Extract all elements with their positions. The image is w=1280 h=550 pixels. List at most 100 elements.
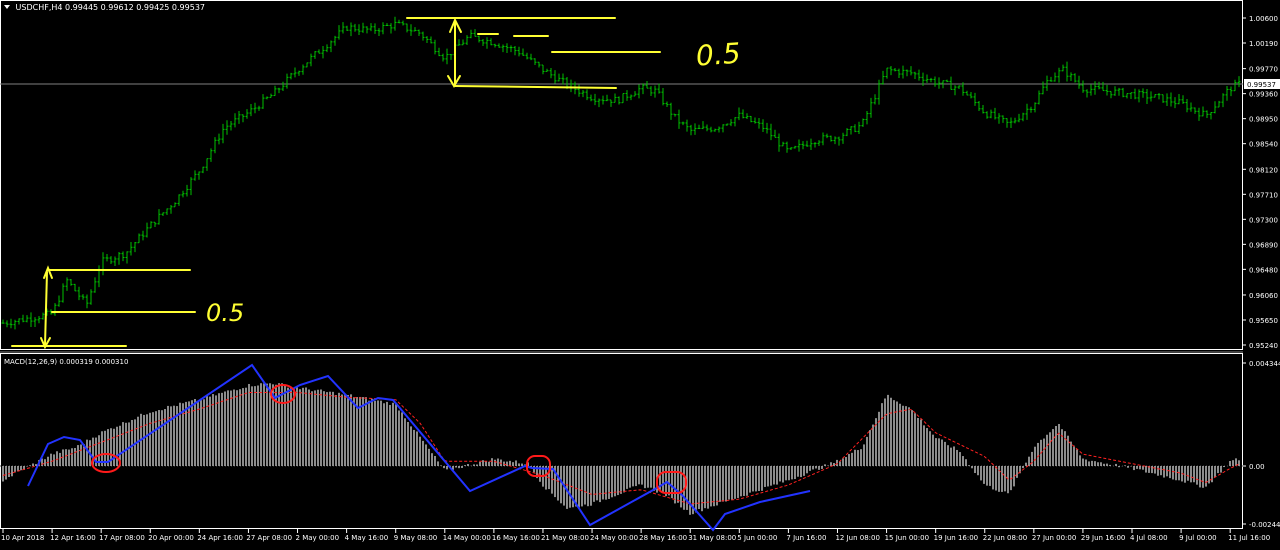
- svg-text:7 Jun 16:00: 7 Jun 16:00: [786, 534, 826, 542]
- svg-text:0.97300: 0.97300: [1249, 216, 1278, 224]
- price-bar: [137, 233, 141, 244]
- price-bar: [585, 89, 589, 101]
- price-bar: [713, 128, 717, 132]
- price-bar: [33, 317, 37, 327]
- price-bar: [561, 73, 565, 85]
- price-bar: [17, 318, 21, 325]
- price-bar: [429, 36, 433, 44]
- time-axis-tick: 21 May 08:00: [541, 529, 589, 542]
- price-bar: [701, 121, 705, 130]
- price-bar: [469, 29, 473, 39]
- price-bar: [401, 20, 405, 26]
- price-bar: [477, 35, 481, 43]
- price-bar: [53, 303, 57, 316]
- svg-text:0.95650: 0.95650: [1249, 317, 1278, 325]
- svg-text:12 Jun 08:00: 12 Jun 08:00: [835, 534, 879, 542]
- price-bar: [957, 85, 961, 90]
- price-bar: [29, 312, 33, 328]
- price-bar: [741, 109, 745, 119]
- svg-text:1.00190: 1.00190: [1249, 40, 1278, 48]
- time-axis[interactable]: 10 Apr 2018 12 Apr 16:00 17 Apr 08:00 20 Ap…: [1, 529, 1270, 542]
- price-bar: [185, 184, 189, 197]
- price-bar: [1109, 90, 1113, 99]
- svg-text:22 Jun 08:00: 22 Jun 08:00: [983, 534, 1027, 542]
- svg-text:20 Apr 00:00: 20 Apr 00:00: [148, 534, 194, 542]
- price-bar: [161, 212, 165, 217]
- price-bar: [405, 23, 409, 33]
- svg-text:12 Apr 16:00: 12 Apr 16:00: [50, 534, 96, 542]
- svg-text:0.98120: 0.98120: [1249, 166, 1278, 174]
- price-bar: [277, 87, 281, 94]
- price-bar: [1157, 93, 1161, 100]
- price-bar: [633, 91, 637, 97]
- macd-axis[interactable]: 0.004344 0.00 -0.002446: [1243, 360, 1280, 529]
- price-bar: [945, 79, 949, 83]
- time-axis-tick: 27 Jun 00:00: [1032, 529, 1076, 542]
- price-bar: [261, 94, 265, 109]
- price-bar: [341, 22, 345, 34]
- caret-down-icon[interactable]: [4, 5, 10, 9]
- time-axis-tick: 12 Apr 16:00: [50, 529, 96, 542]
- price-bar: [229, 120, 233, 131]
- svg-text:9 Jul 00:00: 9 Jul 00:00: [1179, 534, 1217, 542]
- time-axis-tick: 24 May 00:00: [590, 529, 638, 542]
- price-bar: [93, 277, 97, 293]
- svg-text:5 Jun 00:00: 5 Jun 00:00: [737, 534, 777, 542]
- price-bar: [769, 123, 773, 141]
- price-bar: [977, 101, 981, 112]
- price-bar: [1229, 86, 1233, 97]
- price-bar: [1205, 110, 1209, 118]
- price-bar: [257, 105, 261, 111]
- price-bar: [525, 52, 529, 60]
- price-bar: [805, 140, 809, 147]
- price-bar: [461, 39, 465, 46]
- price-bar: [1089, 84, 1093, 96]
- price-bar: [25, 315, 29, 323]
- price-axis[interactable]: 1.00600 1.00190 0.99770 0.99360 0.98950 0.985…: [1243, 15, 1278, 350]
- price-bar: [377, 28, 381, 37]
- price-bar: [825, 133, 829, 139]
- price-bars: [1, 16, 1241, 330]
- price-bar: [665, 101, 669, 107]
- price-bar: [785, 141, 789, 153]
- price-bar: [125, 251, 129, 264]
- price-bar: [293, 67, 297, 78]
- price-bar: [657, 83, 661, 94]
- price-axis-tick: 0.97710: [1243, 191, 1278, 199]
- price-bar: [1169, 92, 1173, 107]
- price-bar: [1097, 81, 1101, 90]
- price-bar: [761, 119, 765, 132]
- time-axis-tick: 4 Jul 08:00: [1130, 529, 1168, 542]
- fib-annotation-left: [11, 265, 196, 350]
- price-bar: [601, 95, 605, 105]
- price-bar: [1069, 72, 1073, 82]
- price-bar: [685, 119, 689, 132]
- price-bar: [361, 22, 365, 33]
- price-bar: [949, 76, 953, 90]
- price-bar: [1105, 84, 1109, 96]
- time-axis-tick: 17 Apr 08:00: [99, 529, 145, 542]
- price-bar: [925, 74, 929, 83]
- price-bar: [865, 111, 869, 125]
- svg-text:1.00600: 1.00600: [1249, 15, 1278, 23]
- svg-text:0.96480: 0.96480: [1249, 266, 1278, 274]
- time-axis-tick: 7 Jun 16:00: [786, 529, 826, 542]
- price-bar: [77, 286, 81, 301]
- price-bar: [913, 71, 917, 79]
- price-axis-tick: 0.96890: [1243, 241, 1278, 249]
- chart-window[interactable]: 1.00600 1.00190 0.99770 0.99360 0.98950 0.985…: [0, 0, 1280, 546]
- chart-canvas[interactable]: 1.00600 1.00190 0.99770 0.99360 0.98950 0.985…: [0, 0, 1280, 546]
- price-bar: [693, 123, 697, 135]
- svg-text:24 Apr 16:00: 24 Apr 16:00: [197, 534, 243, 542]
- price-bar: [1037, 90, 1041, 105]
- price-bar: [1161, 94, 1165, 103]
- price-bar: [441, 53, 445, 62]
- price-bar: [369, 23, 373, 32]
- price-axis-tick: 0.98120: [1243, 166, 1278, 174]
- price-bar: [141, 230, 145, 241]
- time-axis-tick: 31 May 08:00: [688, 529, 736, 542]
- price-bar: [873, 94, 877, 105]
- price-bar: [245, 109, 249, 119]
- price-bar: [357, 24, 361, 35]
- price-bar: [1001, 115, 1005, 123]
